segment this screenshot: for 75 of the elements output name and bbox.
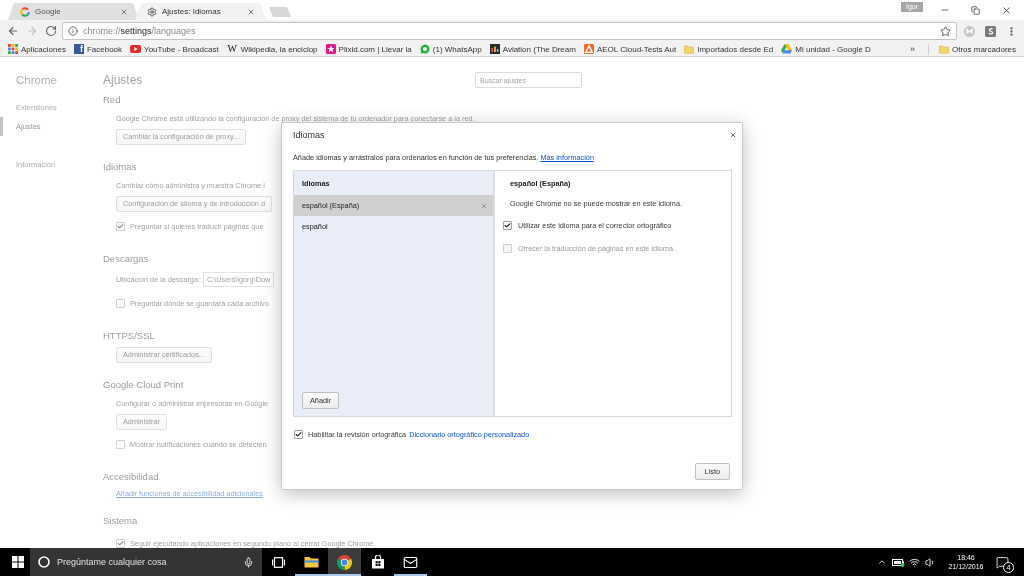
play-icon [130,45,142,53]
bookmark-item[interactable]: AEOL Cloud-Tests Aut [583,42,677,56]
triangle-logo-icon [781,44,793,54]
windows-logo-icon[interactable] [12,556,24,568]
mic-icon[interactable] [243,556,254,568]
section-title: Google Cloud Print [103,378,184,392]
checkbox[interactable] [116,439,125,449]
chat-bubble-icon [419,44,430,54]
folder-icon [938,44,949,54]
section-title: Descargas [103,252,149,266]
dialog-title: Idiomas [293,129,325,142]
page-title: Ajustes [103,72,143,88]
bookmark-item[interactable]: Plixid.com | Llevar la [325,42,412,56]
bookmark-item[interactable]: Aplicaciones [8,42,66,56]
checkbox[interactable] [503,220,512,230]
close-icon[interactable] [120,7,128,16]
search-bar[interactable]: Pregúntame cualquier cosa [30,548,262,576]
checkbox[interactable] [294,429,303,439]
reload-icon[interactable] [44,25,57,37]
bookmark-folder[interactable]: Otros marcadores [938,42,1016,56]
checkmark-icon [117,539,124,547]
checkbox[interactable] [116,298,125,308]
folder-icon [304,556,319,568]
triangle-tile-icon [583,44,594,54]
bars-tile-icon [489,44,500,54]
back-icon[interactable] [6,25,19,37]
folder-icon [684,44,695,54]
bookmark-item[interactable]: f Facebook [73,42,123,56]
checkmark-icon [295,430,302,438]
bookmark-item[interactable]: Aviation (The Dream [489,42,576,56]
ring-logo-icon [20,6,30,17]
sidebar-title: Chrome [16,73,57,88]
section-title: Idiomas [103,160,137,174]
close-icon[interactable] [729,131,737,139]
more-bookmarks-button[interactable]: » [906,43,918,55]
restore-icon[interactable] [971,5,980,15]
wifi-icon[interactable] [908,556,920,568]
bookmark-item[interactable]: YouTube - Broadcast [130,42,219,56]
section-title: HTTPS/SSL [103,329,155,343]
notification-icon[interactable] [995,555,1009,569]
bookmark-item[interactable]: W Wikipedia, la enciclop [226,42,318,56]
chevron-up-icon[interactable] [877,557,887,567]
section-title: Red [103,93,121,107]
battery-icon[interactable] [891,557,905,567]
letter-logo-icon: W [226,44,238,54]
checkbox[interactable] [116,538,125,548]
search-field[interactable]: Pregúntame cualquier cosa [57,557,227,567]
task-view-icon[interactable] [272,556,285,568]
ring-icon [38,556,50,568]
chrome-logo-icon [337,554,352,570]
section-title: Sistema [103,514,138,528]
bookmark-item[interactable]: (1) WhatsApp [419,42,482,56]
section-title: Accesibilidad [103,470,159,484]
gear-icon [147,6,157,17]
checkmark-icon [117,222,124,230]
close-icon[interactable] [1001,4,1012,16]
bookmark-item[interactable]: Importados desde Ed [684,42,774,56]
checkbox[interactable] [116,221,125,231]
bookmark-item[interactable]: Mi unidad - Google D [781,42,871,56]
browser-tab[interactable]: Ajustes: Idiomas [135,3,266,20]
mail-icon [403,554,418,570]
taskbar-app-button[interactable] [328,548,361,576]
letter-tile-icon: f [73,44,84,54]
volume-icon[interactable] [924,556,936,568]
tile-extension-icon[interactable] [985,25,996,37]
star-tile-icon [325,44,336,54]
info-icon[interactable] [68,26,78,36]
checkmark-icon [504,221,511,229]
star-icon[interactable] [940,25,951,37]
close-icon[interactable] [247,7,255,16]
address-bar[interactable]: chrome://settings/languages [62,22,957,40]
apps-grid-icon [8,44,18,54]
browser-tab[interactable]: Google [8,3,139,20]
url-text: chrome://settings/languages [83,26,196,36]
shopping-bag-icon [371,555,384,569]
